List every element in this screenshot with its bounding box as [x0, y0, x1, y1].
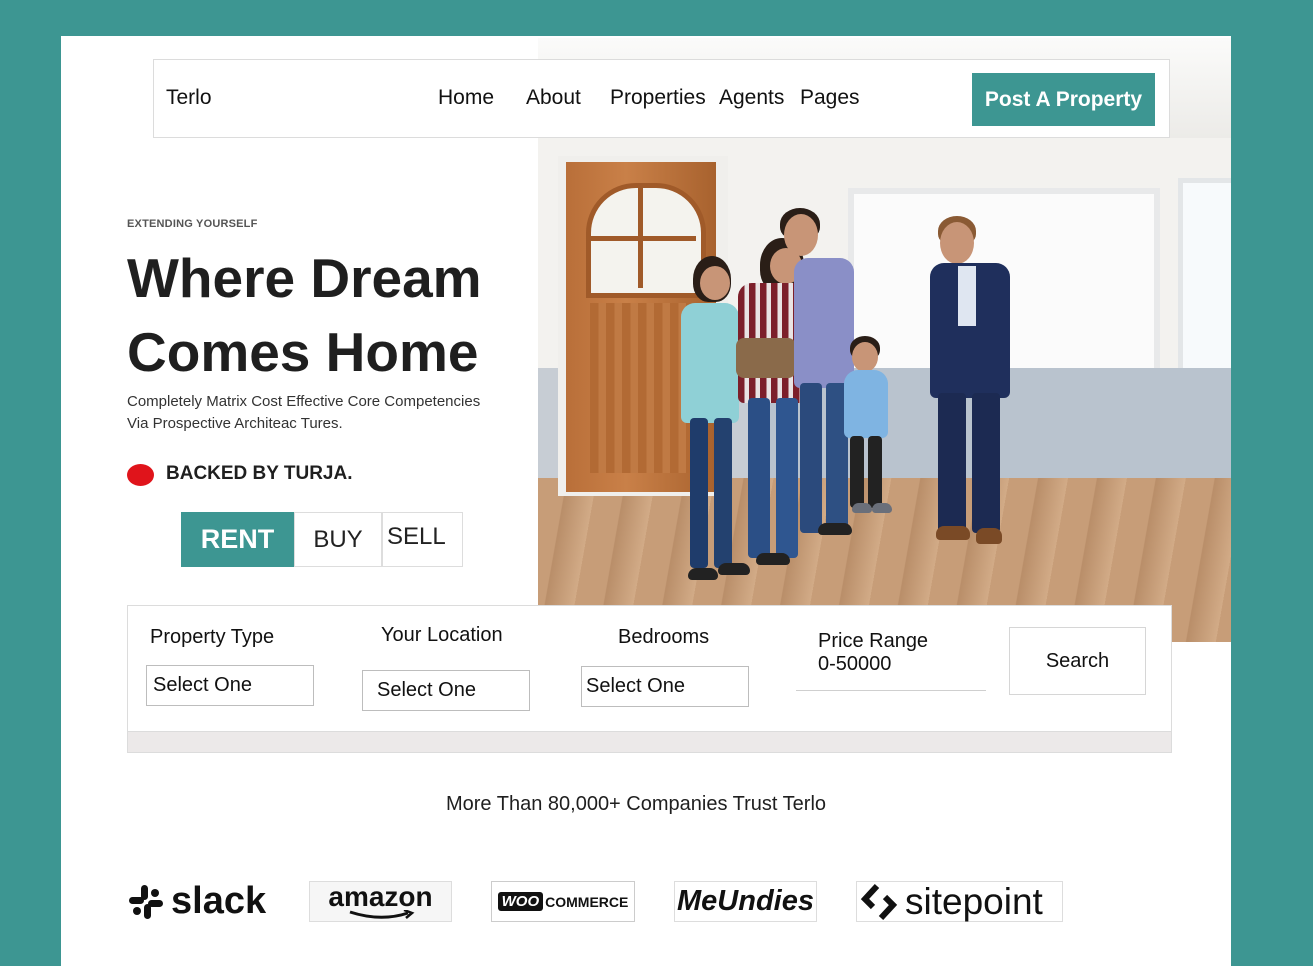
- post-property-button[interactable]: Post A Property: [972, 73, 1155, 126]
- hero-headline: Where Dream Comes Home: [127, 241, 482, 389]
- nav-home[interactable]: Home: [438, 86, 494, 110]
- woocommerce-logo: WOO COMMERCE: [491, 881, 635, 922]
- bedrooms-select[interactable]: Select One: [581, 666, 749, 707]
- tab-rent[interactable]: RENT: [181, 512, 294, 567]
- woo-badge: WOO: [497, 892, 544, 911]
- property-type-label: Property Type: [150, 626, 275, 648]
- hero-subtext-line1: Completely Matrix Cost Effective Core Co…: [127, 393, 481, 410]
- amazon-smile-icon: [349, 909, 414, 919]
- trust-heading: More Than 80,000+ Companies Trust Terlo: [445, 793, 827, 815]
- location-select[interactable]: Select One: [362, 670, 530, 711]
- sitepoint-wordmark: sitepoint: [905, 880, 1043, 922]
- bedrooms-label: Bedrooms: [618, 626, 710, 648]
- slack-wordmark: slack: [171, 880, 267, 922]
- price-range[interactable]: Price Range 0-50000: [818, 630, 928, 676]
- amazon-wordmark: amazon: [328, 880, 433, 912]
- brand-logo[interactable]: Terlo: [166, 86, 212, 110]
- tab-buy[interactable]: BUY: [294, 512, 382, 567]
- search-button[interactable]: Search: [1009, 627, 1146, 695]
- hero-headline-line1: Where Dream: [127, 247, 482, 309]
- meundies-logo: MeUndies: [674, 881, 817, 922]
- amazon-logo: amazon: [309, 881, 452, 922]
- nav-properties[interactable]: Properties: [610, 86, 706, 110]
- sitepoint-logo: sitepoint: [856, 881, 1063, 922]
- property-type-select[interactable]: Select One: [146, 665, 314, 706]
- hero-headline-line2: Comes Home: [127, 321, 479, 383]
- photo-door-transom: [590, 236, 696, 241]
- top-navbar: Terlo Home About Properties Agents Pages…: [153, 59, 1170, 138]
- nav-agents[interactable]: Agents: [719, 86, 784, 110]
- price-range-label: Price Range: [818, 630, 929, 652]
- hero-subtext: Completely Matrix Cost Effective Core Co…: [127, 391, 527, 435]
- price-range-underline: [796, 690, 986, 691]
- slack-logo: slack: [127, 880, 272, 922]
- hero-eyebrow: EXTENDING YOURSELF: [127, 218, 258, 230]
- red-dot-icon: [127, 464, 154, 486]
- page-container: Terlo Home About Properties Agents Pages…: [61, 36, 1231, 966]
- nav-about[interactable]: About: [526, 86, 581, 110]
- sitepoint-icon: [860, 883, 898, 920]
- search-panel-footer: [128, 731, 1171, 752]
- meundies-wordmark: MeUndies: [677, 885, 814, 917]
- backed-by-text: BACKED BY TURJA.: [166, 463, 353, 484]
- price-range-value: 0-50000: [818, 653, 892, 675]
- woo-wordmark: COMMERCE: [545, 893, 629, 910]
- hero-subtext-line2: Via Prospective Architeac Tures.: [127, 415, 343, 432]
- nav-pages[interactable]: Pages: [800, 86, 860, 110]
- search-panel: Property Type Select One Your Location S…: [127, 605, 1172, 753]
- location-label: Your Location: [381, 624, 503, 646]
- tab-sell[interactable]: SELL: [382, 512, 463, 567]
- photo-door-panel: [590, 303, 692, 473]
- slack-icon: [129, 884, 163, 919]
